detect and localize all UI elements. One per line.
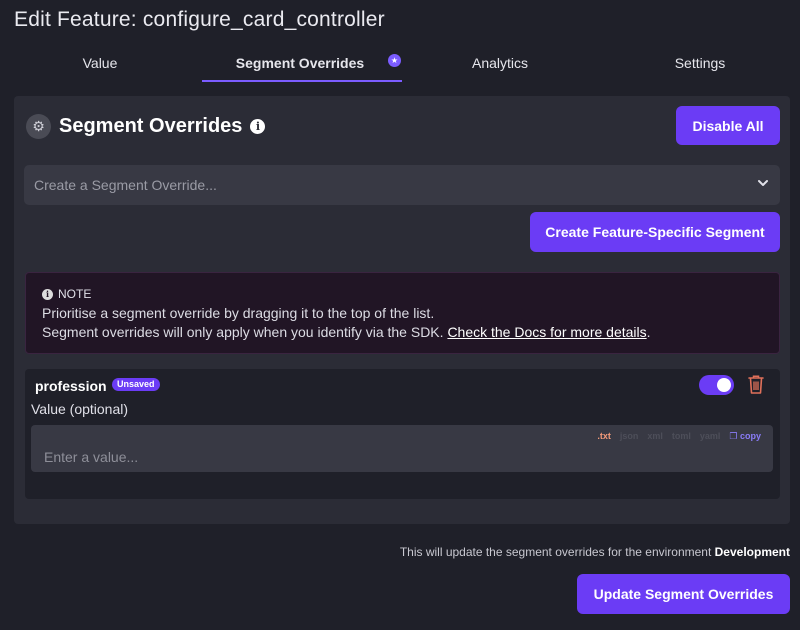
copy-button[interactable]: ❐ copy <box>729 431 761 442</box>
gear-icon: ⚙ <box>26 114 51 139</box>
segment-override-item[interactable]: profession Unsaved Value (optional) .txt… <box>25 369 780 499</box>
tab-settings[interactable]: Settings <box>600 46 800 84</box>
segment-override-select[interactable]: Create a Segment Override... <box>24 165 780 205</box>
tab-analytics[interactable]: Analytics <box>400 46 600 84</box>
tab-settings-label: Settings <box>674 55 726 71</box>
tab-segment-overrides[interactable]: Segment Overrides ★ <box>200 46 402 84</box>
note-box: i NOTE Prioritise a segment override by … <box>25 272 780 354</box>
override-segment-name: profession <box>35 378 107 394</box>
note-line-2: Segment overrides will only apply when y… <box>42 323 763 342</box>
note-line-2-text: Segment overrides will only apply when y… <box>42 324 448 340</box>
format-xml[interactable]: xml <box>647 431 663 442</box>
format-json[interactable]: json <box>620 431 639 442</box>
environment-name: Development <box>714 545 790 559</box>
update-segment-overrides-button[interactable]: Update Segment Overrides <box>577 574 790 614</box>
segment-overrides-header: ⚙ Segment Overrides i <box>26 114 266 139</box>
format-yaml[interactable]: yaml <box>700 431 721 442</box>
docs-link[interactable]: Check the Docs for more details <box>447 324 646 340</box>
section-title: Segment Overrides <box>59 115 243 137</box>
value-label: Value (optional) <box>31 401 129 417</box>
clipboard-icon: ❐ <box>729 431 738 441</box>
format-toml[interactable]: toml <box>672 431 691 442</box>
info-icon[interactable]: i <box>250 119 266 134</box>
note-label: i NOTE <box>42 287 763 301</box>
note-line-1: Prioritise a segment override by draggin… <box>42 305 435 321</box>
copy-label: copy <box>739 431 761 441</box>
disable-all-button[interactable]: Disable All <box>676 106 780 145</box>
tab-bar: Value Segment Overrides ★ Analytics Sett… <box>0 46 800 84</box>
tab-analytics-label: Analytics <box>471 55 529 71</box>
tab-value[interactable]: Value <box>0 46 200 84</box>
override-enabled-toggle[interactable] <box>699 375 734 395</box>
info-icon: i <box>42 288 53 300</box>
format-txt[interactable]: .txt <box>597 431 611 442</box>
tab-segment-overrides-label: Segment Overrides <box>235 55 365 71</box>
tab-value-label: Value <box>82 55 118 71</box>
create-feature-specific-segment-button[interactable]: Create Feature-Specific Segment <box>530 212 780 252</box>
page-title: Edit Feature: configure_card_controller <box>14 8 385 31</box>
toggle-knob <box>717 378 731 392</box>
format-selector: .txt json xml toml yaml ❐ copy <box>588 431 761 442</box>
trash-icon[interactable] <box>747 374 765 395</box>
chevron-down-icon <box>758 180 768 186</box>
update-info-message: This will update the segment overrides f… <box>399 545 715 559</box>
update-info-text: This will update the segment overrides f… <box>400 545 790 559</box>
note-label-text: NOTE <box>58 287 92 301</box>
select-placeholder: Create a Segment Override... <box>34 177 217 193</box>
value-editor: .txt json xml toml yaml ❐ copy <box>31 425 773 472</box>
segment-overrides-panel: ⚙ Segment Overrides i Disable All Create… <box>14 96 790 524</box>
note-line-2-end: . <box>646 324 651 340</box>
unsaved-badge: Unsaved <box>112 378 160 391</box>
